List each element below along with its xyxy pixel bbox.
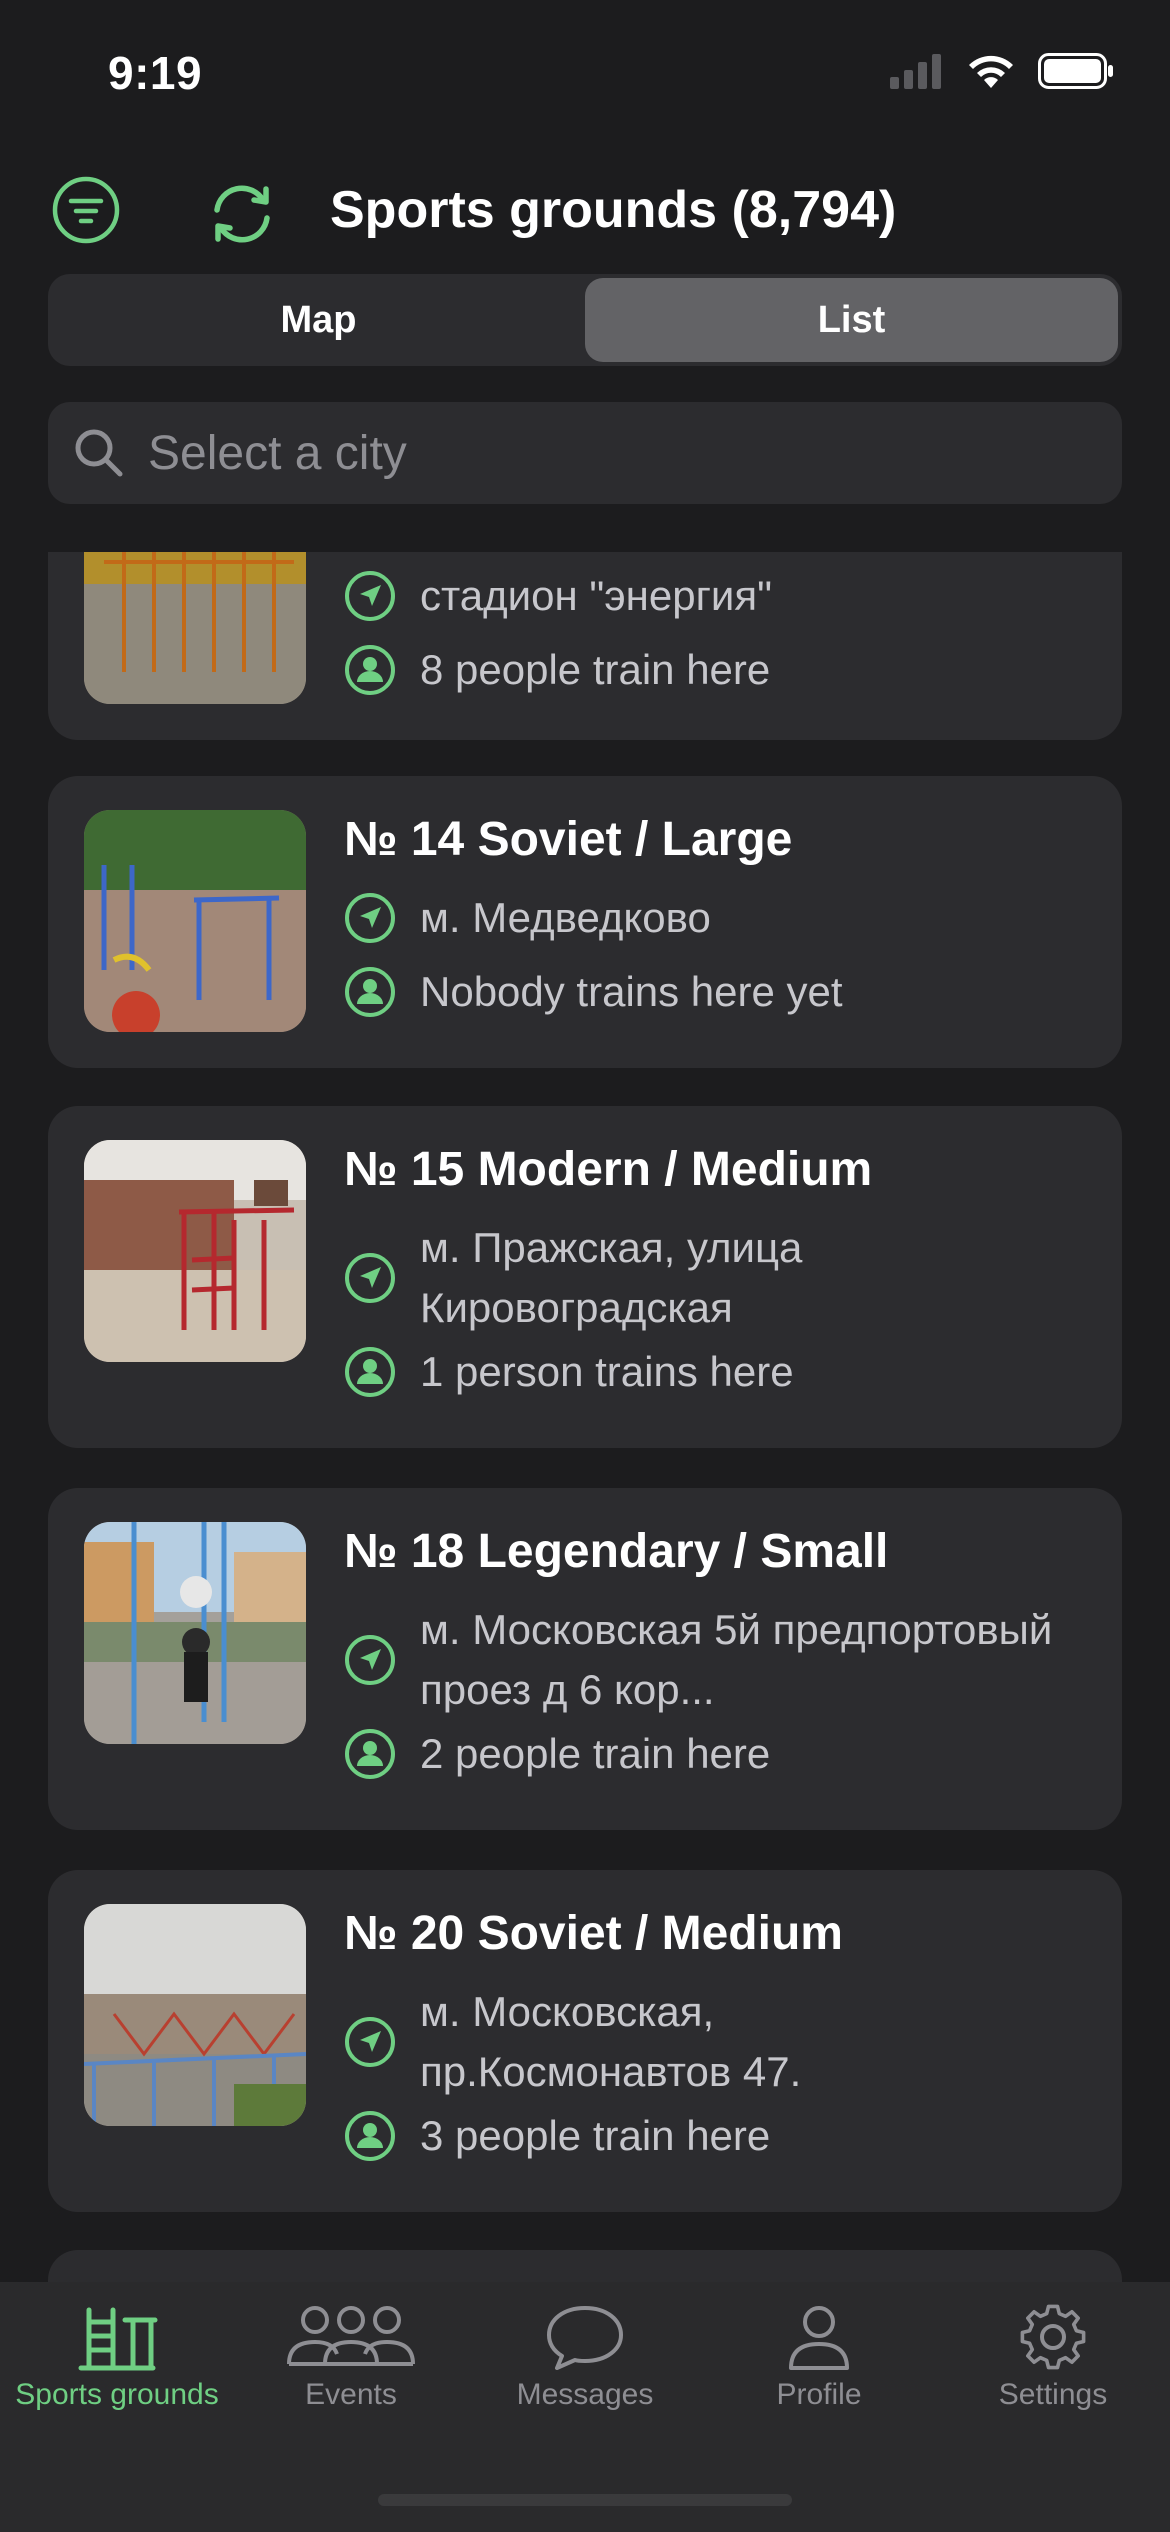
- ground-people-count: 2 people train here: [420, 1730, 771, 1777]
- page-title: Sports grounds (8,794): [330, 181, 897, 239]
- people-row: 2 people train here: [344, 1724, 1082, 1784]
- ground-title: № 14 Soviet / Large: [344, 813, 793, 866]
- person-icon: [345, 967, 395, 1017]
- location-row: м. Московская 5й предпортовый проез д 6 …: [344, 1600, 1082, 1720]
- list-item[interactable]: стадион "энергия" 8 people train here: [48, 552, 1122, 740]
- ground-photo: [84, 1140, 306, 1362]
- location-row: м. Медведково: [344, 888, 1082, 948]
- search-icon: [75, 429, 123, 477]
- cellular-signal-icon: [890, 54, 941, 89]
- location-arrow-icon: [345, 1635, 395, 1685]
- segment-list[interactable]: List: [585, 278, 1118, 362]
- view-mode-segmented-control: Map List: [48, 274, 1122, 366]
- status-icons: [890, 52, 1114, 90]
- tab-label: Events: [305, 2378, 397, 2411]
- people-group-icon: [287, 2306, 415, 2366]
- tab-settings[interactable]: Settings: [936, 2302, 1170, 2412]
- ground-people-count: 1 person trains here: [420, 1348, 794, 1395]
- refresh-icon: [214, 185, 270, 243]
- city-search-field[interactable]: Select a city: [48, 402, 1122, 504]
- location-arrow-icon: [345, 2017, 395, 2067]
- tab-label: Settings: [998, 2378, 1108, 2411]
- tab-label: Profile: [776, 2378, 862, 2411]
- person-icon: [345, 1347, 395, 1397]
- chat-bubble-icon: [547, 2306, 623, 2370]
- people-row: 8 people train here: [344, 640, 1082, 700]
- ground-location: м. Медведково: [420, 894, 711, 941]
- list-item[interactable]: [48, 2250, 1122, 2282]
- list-item[interactable]: № 20 Soviet / Medium м. Московская, пр.К…: [48, 1870, 1122, 2212]
- list-item[interactable]: № 14 Soviet / Large м. Медведково Nobody…: [48, 776, 1122, 1068]
- segment-map[interactable]: Map: [52, 278, 585, 362]
- ground-location: м. Московская 5й предпортовый проез д 6 …: [420, 1606, 1053, 1713]
- location-row: стадион "энергия": [344, 566, 1082, 626]
- ground-people-count: 8 people train here: [420, 646, 771, 693]
- people-row: 1 person trains here: [344, 1342, 1082, 1402]
- status-time: 9:19: [108, 47, 203, 99]
- ground-people-count: Nobody trains here yet: [420, 968, 843, 1015]
- filter-button[interactable]: [50, 174, 122, 246]
- list-item[interactable]: № 15 Modern / Medium м. Пражская, улица …: [48, 1106, 1122, 1448]
- list-item[interactable]: № 18 Legendary / Small м. Московская 5й …: [48, 1488, 1122, 1830]
- header: Sports grounds (8,794): [0, 160, 1170, 270]
- person-icon: [345, 1729, 395, 1779]
- gear-icon: [1020, 2304, 1086, 2370]
- location-row: м. Московская, пр.Космонавтов 47.: [344, 1982, 1082, 2102]
- person-icon: [345, 2111, 395, 2161]
- ground-location: стадион "энергия": [420, 572, 772, 619]
- sports-ground-icon: [78, 2307, 158, 2371]
- ground-people-count: 3 people train here: [420, 2112, 771, 2159]
- filter-icon: [52, 176, 120, 244]
- tab-sports-grounds[interactable]: Sports grounds: [0, 2302, 234, 2412]
- location-row: м. Пражская, улица Кировоградская: [344, 1218, 1082, 1338]
- person-icon: [345, 645, 395, 695]
- location-arrow-icon: [345, 571, 395, 621]
- ground-photo: [84, 1904, 306, 2126]
- sports-grounds-list: стадион "энергия" 8 people train here № …: [48, 552, 1122, 2282]
- tab-label: Messages: [516, 2378, 654, 2411]
- search-placeholder: Select a city: [148, 426, 407, 480]
- ground-location: м. Пражская, улица Кировоградская: [420, 1224, 803, 1331]
- home-indicator: [378, 2494, 792, 2506]
- wifi-icon: [969, 55, 1013, 88]
- ground-title: № 18 Legendary / Small: [344, 1525, 889, 1578]
- tab-profile[interactable]: Profile: [702, 2302, 936, 2412]
- ground-location: м. Московская, пр.Космонавтов 47.: [420, 1988, 802, 2095]
- tab-events[interactable]: Events: [234, 2302, 468, 2412]
- refresh-button[interactable]: [200, 172, 284, 256]
- people-row: 3 people train here: [344, 2106, 1082, 2166]
- ground-photo: [84, 810, 306, 1032]
- ground-title: № 20 Soviet / Medium: [344, 1907, 843, 1960]
- status-bar: 9:19: [0, 0, 1170, 150]
- ground-title: № 15 Modern / Medium: [344, 1143, 873, 1196]
- people-row: Nobody trains here yet: [344, 962, 1082, 1022]
- location-arrow-icon: [345, 1253, 395, 1303]
- tab-messages[interactable]: Messages: [468, 2302, 702, 2412]
- person-icon: [789, 2306, 849, 2370]
- tab-label: Sports grounds: [15, 2378, 219, 2411]
- ground-photo: [84, 1522, 306, 1744]
- battery-icon: [1038, 53, 1113, 89]
- ground-photo: [84, 552, 306, 704]
- location-arrow-icon: [345, 893, 395, 943]
